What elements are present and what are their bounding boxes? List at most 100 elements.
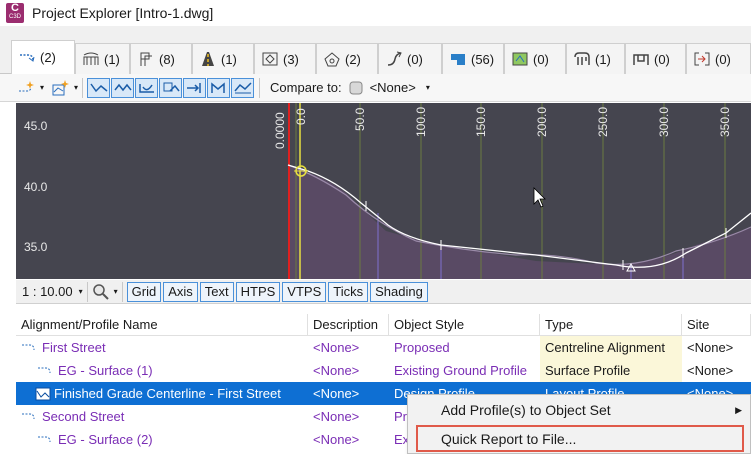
column-header[interactable]: Type — [540, 314, 682, 335]
tabs-background — [0, 26, 751, 39]
x-label: 300.0 — [657, 107, 671, 137]
profile-view-icon — [233, 81, 252, 93]
tab-intersections[interactable]: (3) — [254, 43, 316, 74]
tab-flags[interactable]: (8) — [130, 43, 192, 74]
profile-view-icon — [186, 82, 201, 93]
dropdown-arrow-icon: ▾ — [425, 83, 430, 92]
sparkle-profile-icon — [52, 79, 70, 95]
highlight-box — [416, 425, 744, 452]
tab-alignments[interactable]: (2) — [11, 40, 75, 74]
tab-point-groups[interactable]: (0) — [504, 43, 566, 74]
compare-to-label: Compare to: — [270, 80, 342, 95]
dropdown-arrow-icon: ▾ — [40, 83, 45, 92]
magnifier-icon — [92, 283, 109, 300]
view-mode-6-button[interactable] — [207, 77, 231, 98]
htps-toggle[interactable]: HTPS — [235, 281, 281, 302]
toolbar-separator — [86, 281, 88, 302]
x-label: 50.0 — [353, 107, 367, 131]
column-header[interactable]: Description — [308, 314, 389, 335]
window-title: Project Explorer [Intro-1.dwg] — [32, 5, 214, 21]
x-label: 350.0 — [718, 107, 732, 137]
table-header: Alignment/Profile Name Description Objec… — [16, 314, 751, 336]
alignment-icon — [38, 367, 51, 373]
cube-icon — [349, 81, 363, 94]
scale-dropdown[interactable]: 1 : 10.00 ▾ — [22, 284, 83, 299]
grid-toggle[interactable]: Grid — [126, 281, 162, 302]
tab-references[interactable]: (0) — [686, 43, 751, 74]
intersection-icon — [262, 52, 278, 66]
text-toggle[interactable]: Text — [199, 281, 234, 302]
ticks-toggle[interactable]: Ticks — [328, 281, 369, 302]
civil3d-app-icon: C C3D — [6, 3, 24, 23]
profile-icon — [35, 387, 51, 400]
structure-icon — [574, 52, 590, 65]
map-icon — [512, 52, 528, 66]
x-label: 0.0000 — [273, 112, 287, 149]
shading-toggle[interactable]: Shading — [370, 281, 428, 302]
graph-toolbar: 1 : 10.00 ▾ ▾ Grid Axis Text HTPS VTPS T… — [16, 280, 751, 304]
title-bar: C C3D Project Explorer [Intro-1.dwg] — [0, 0, 751, 26]
create-button[interactable]: ▾ — [18, 77, 44, 99]
x-label: 150.0 — [474, 107, 488, 137]
x-label: 100.0 — [414, 107, 428, 137]
flags-icon — [140, 52, 152, 66]
column-header[interactable]: Site — [682, 314, 751, 335]
tab-corridors[interactable]: (1) — [192, 43, 254, 74]
tab-structures[interactable]: (1) — [566, 43, 625, 74]
menu-item-add-profiles-to-object-set[interactable]: Add Profile(s) to Object Set ▶ — [408, 396, 750, 424]
alignment-icon — [22, 413, 35, 419]
y-label: 40.0 — [24, 180, 48, 194]
view-mode-2-button[interactable] — [111, 77, 135, 98]
profile-view-icon — [113, 83, 132, 91]
parcel-icon — [324, 52, 340, 67]
zoom-button[interactable]: ▾ — [92, 281, 118, 303]
view-mode-4-button[interactable] — [159, 77, 183, 98]
tab-bridges[interactable]: (1) — [75, 43, 130, 74]
tab-pipe-networks[interactable]: (0) — [378, 43, 442, 74]
toolbar-separator — [82, 77, 84, 98]
column-header[interactable]: Alignment/Profile Name — [16, 314, 308, 335]
vtps-toggle[interactable]: VTPS — [282, 281, 327, 302]
y-label: 35.0 — [24, 240, 48, 254]
structure2-icon — [633, 54, 649, 65]
create-profile-button[interactable]: ▾ — [52, 77, 78, 99]
view-mode-5-button[interactable] — [183, 77, 207, 98]
bridge-icon — [83, 52, 99, 65]
pipe-icon — [387, 51, 402, 66]
alignment-icon — [38, 436, 51, 442]
road-icon — [202, 52, 214, 66]
tab-structures-2[interactable]: (0) — [625, 43, 686, 74]
profile-view-icon — [163, 82, 180, 92]
view-mode-7-button[interactable] — [231, 77, 255, 98]
view-mode-3-button[interactable] — [135, 77, 159, 98]
compare-to-dropdown[interactable]: <None> ▾ — [348, 80, 430, 96]
surface-icon — [451, 54, 465, 65]
x-label: 250.0 — [596, 107, 610, 137]
tab-surfaces[interactable]: (56) — [442, 43, 504, 74]
view-mode-1-button[interactable] — [87, 77, 111, 98]
profile-graph[interactable]: 45.0 40.0 35.0 0.0000 0.0 50.0 100.0 150… — [16, 103, 751, 279]
profile-view-icon — [210, 81, 225, 93]
object-type-tabs: (2) (1) (8) (1) (3) (2) (0) (56) (0) (1)… — [0, 39, 751, 74]
tab-parcels[interactable]: (2) — [316, 43, 378, 74]
alignment-icon — [20, 53, 35, 62]
profile-graph-svg: 45.0 40.0 35.0 0.0000 0.0 50.0 100.0 150… — [16, 103, 751, 279]
dropdown-arrow-icon: ▾ — [78, 287, 83, 296]
toolbar-separator — [259, 77, 261, 98]
y-label: 45.0 — [24, 119, 48, 133]
toolbar-separator — [121, 281, 123, 302]
column-header[interactable]: Object Style — [389, 314, 540, 335]
dropdown-arrow-icon: ▾ — [113, 287, 118, 296]
table-row[interactable]: First Street <None> Proposed Centreline … — [16, 336, 751, 359]
profile-view-icon — [138, 83, 154, 93]
submenu-arrow-icon: ▶ — [735, 404, 742, 415]
profile-view-icon — [89, 83, 108, 92]
reference-icon — [694, 52, 710, 66]
x-label: 200.0 — [535, 107, 549, 137]
dropdown-arrow-icon: ▾ — [74, 83, 79, 92]
profile-toolbar: ▾ ▾ Compare to: <None> ▾ — [0, 74, 751, 102]
axis-toggle[interactable]: Axis — [163, 281, 198, 302]
x-label: 0.0 — [294, 108, 308, 125]
sparkle-line-icon — [19, 80, 34, 91]
table-row[interactable]: EG - Surface (1) <None> Existing Ground … — [16, 359, 751, 382]
